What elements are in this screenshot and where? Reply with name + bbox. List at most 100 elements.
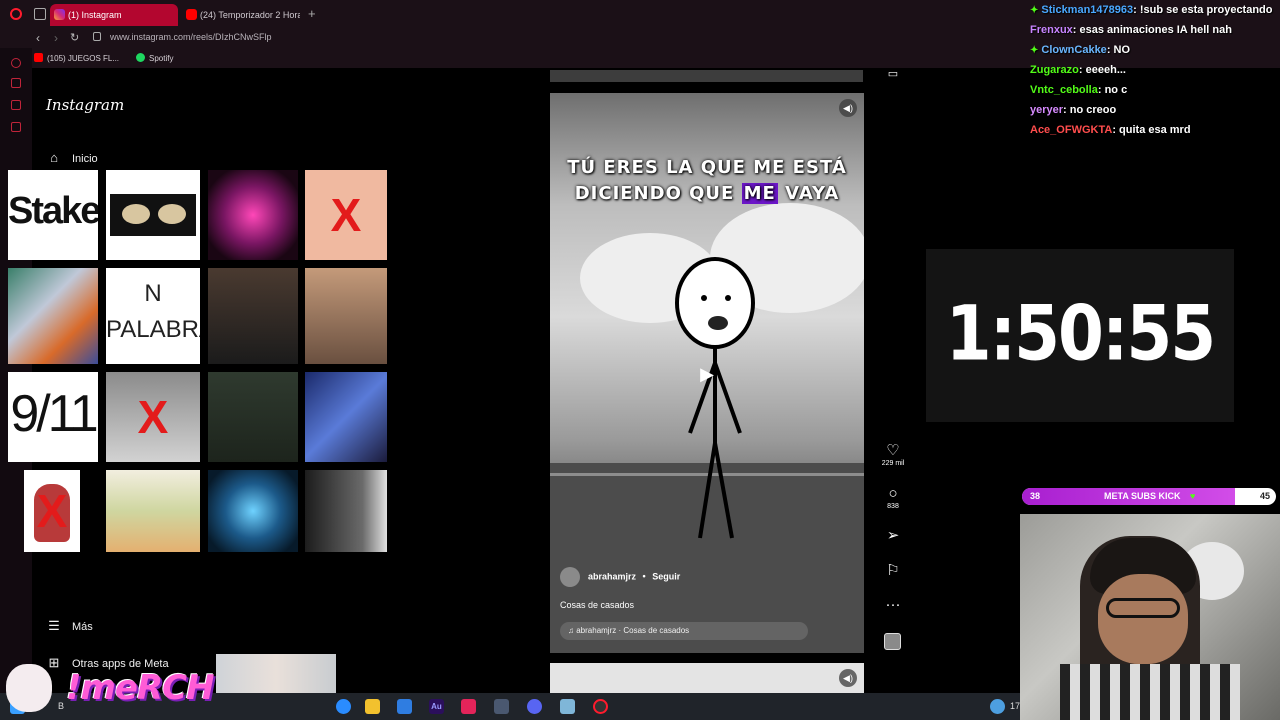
forward-arrow-icon[interactable]: › — [54, 31, 58, 45]
tile-text: 9/11 — [10, 385, 98, 443]
author-name[interactable]: abrahamjrz — [588, 571, 636, 581]
caption-text: DICIENDO QUE — [574, 183, 742, 204]
heart-icon: ♡ — [886, 442, 900, 459]
chat-username[interactable]: yeryer — [1030, 104, 1063, 116]
new-tab-button[interactable]: + — [308, 6, 316, 21]
bookmark-juegos[interactable]: (105) JUEGOS FL... — [34, 53, 119, 63]
back-arrow-icon[interactable]: ‹ — [36, 31, 40, 45]
chat-text: : no creoo — [1063, 104, 1117, 116]
save-button[interactable]: ⚐ — [880, 563, 906, 579]
tab-temporizador[interactable]: (24) Temporizador 2 Hora — [182, 4, 300, 26]
opera-gx-icon[interactable] — [593, 699, 608, 714]
edge-icon[interactable] — [336, 699, 351, 714]
reel-video[interactable]: TÚ ERES LA QUE ME ESTÁ DICIENDO QUE ME V… — [550, 93, 864, 653]
mute-icon[interactable]: ◀) — [839, 99, 857, 117]
subscriber-badge-icon: ✦ — [1030, 45, 1039, 56]
store-icon[interactable] — [397, 699, 412, 714]
chat-username[interactable]: Vntc_cebolla — [1030, 84, 1098, 96]
more-options-button[interactable]: ··· — [880, 597, 906, 613]
send-icon: ➢ — [886, 527, 900, 544]
tab-instagram[interactable]: (1) Instagram — [50, 4, 178, 26]
merch-logo: !meRCH — [66, 668, 215, 708]
grid-tile: X — [24, 470, 80, 552]
chat-text: : !sub se esta proyectando — [1133, 4, 1273, 16]
taskbar-clock[interactable]: 17 — [1010, 701, 1020, 711]
audio-thumbnail[interactable] — [884, 633, 901, 650]
bookmark-spotify[interactable]: Spotify — [136, 53, 173, 63]
audio-label: abrahamjrz · Cosas de casados — [576, 626, 690, 635]
reel-menu-icon[interactable]: ▭ — [880, 66, 906, 82]
url-field[interactable]: www.instagram.com/reels/DIzhCNwSFlp — [110, 32, 272, 42]
chat-text: : esas animaciones IA hell nah — [1072, 24, 1232, 36]
audition-icon[interactable]: Au — [429, 699, 444, 714]
messenger-icon[interactable] — [11, 100, 21, 110]
bookmark-icon: ⚐ — [886, 562, 900, 579]
bookmark-label: Spotify — [149, 54, 174, 63]
sidebar-app-icon[interactable] — [11, 122, 21, 132]
comment-button[interactable]: ○ 838 — [880, 485, 906, 511]
reload-icon[interactable]: ↻ — [70, 31, 79, 44]
nav-more-label: Más — [72, 621, 93, 633]
spotify-icon — [136, 53, 145, 62]
sub-goal-target: 45 — [1259, 491, 1270, 501]
comment-icon: ○ — [888, 485, 898, 502]
chat-message: Vntc_cebolla: no c — [1030, 84, 1127, 96]
discord-icon[interactable] — [527, 699, 542, 714]
audio-track-pill[interactable]: ♫ abrahamjrz · Cosas de casados — [560, 622, 808, 640]
avatar[interactable] — [560, 567, 580, 587]
chat-username[interactable]: Frenxux — [1030, 24, 1073, 36]
chat-username[interactable]: Stickman1478963 — [1041, 4, 1133, 16]
aria-icon[interactable] — [11, 58, 21, 68]
taskbar-search[interactable]: B — [58, 701, 64, 711]
separator-dot: • — [642, 571, 646, 582]
hamburger-menu-icon: ☰ — [48, 618, 60, 633]
chat-username[interactable]: Ace_OFWGKTA — [1030, 124, 1112, 136]
stickman-figure — [675, 257, 755, 539]
tile-text: Stake — [8, 190, 98, 232]
grid-tile-palabra: N PALABRA — [106, 268, 200, 364]
file-explorer-icon[interactable] — [365, 699, 380, 714]
tab-manager-icon[interactable] — [34, 8, 46, 20]
nav-home[interactable]: ⌂ Inicio — [46, 150, 98, 165]
like-button[interactable]: ♡ 229 mil — [880, 442, 906, 468]
webcam-feed — [1020, 514, 1280, 720]
weather-icon[interactable] — [990, 699, 1005, 714]
previous-reel-edge — [550, 70, 863, 82]
opera-logo-icon[interactable] — [10, 8, 22, 20]
caption-text: VAYA — [777, 183, 840, 204]
sidebar-app-icon[interactable] — [11, 78, 21, 88]
play-icon[interactable]: ▶ — [696, 363, 718, 385]
grid-tile — [8, 268, 98, 364]
instagram-favicon-icon — [54, 9, 65, 20]
reel-caption-line1: TÚ ERES LA QUE ME ESTÁ — [567, 157, 847, 178]
chat-message: Frenxux: esas animaciones IA hell nah — [1030, 24, 1232, 36]
share-button[interactable]: ➢ — [880, 528, 906, 544]
lock-icon — [93, 32, 101, 41]
chat-username[interactable]: Zugarazo — [1030, 64, 1079, 76]
follow-button[interactable]: Seguir — [652, 571, 680, 581]
instagram-logo[interactable]: Instagram — [46, 96, 124, 114]
music-note-icon: ♫ — [568, 626, 577, 635]
chat-text: : NO — [1106, 44, 1131, 56]
mute-icon[interactable]: ◀) — [839, 669, 857, 687]
chat-message: Ace_OFWGKTA: quita esa mrd — [1030, 124, 1191, 136]
tile-text: N — [144, 280, 162, 307]
media-player-icon[interactable] — [461, 699, 476, 714]
streamer-glasses — [1106, 598, 1180, 618]
chat-username[interactable]: ClownCakke — [1041, 44, 1106, 56]
chat-text: : eeeeh... — [1078, 64, 1126, 76]
next-reel-edge[interactable]: ◀) — [550, 663, 864, 693]
caption-highlight: ME — [741, 183, 778, 204]
grid-tile: X — [305, 170, 387, 260]
nav-more[interactable]: ☰ Más — [46, 618, 93, 634]
app-icon[interactable] — [494, 699, 509, 714]
app-icon[interactable] — [560, 699, 575, 714]
reel-author-row: abrahamjrz • Seguir — [560, 567, 680, 587]
chat-text: : no c — [1097, 84, 1128, 96]
tab-label: (24) Temporizador 2 Hora — [200, 10, 300, 20]
sub-goal-bar: 38 META SUBS KICK ♥ 45 — [1022, 488, 1276, 505]
youtube-favicon-icon — [186, 9, 197, 20]
chat-message: ✦ ClownCakke: NO — [1030, 44, 1130, 56]
grid-tile — [305, 372, 387, 462]
tile-text: PALABRA — [106, 316, 200, 343]
